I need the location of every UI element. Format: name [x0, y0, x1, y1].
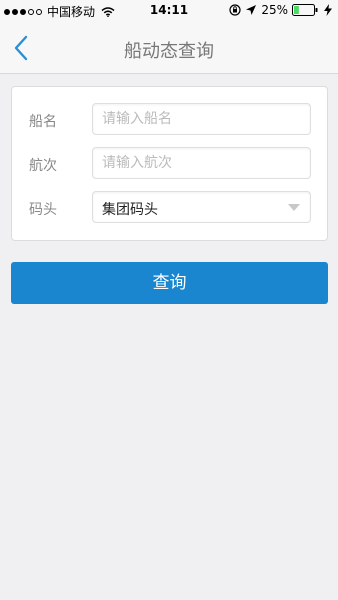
location-arrow-icon: [246, 5, 257, 15]
page-title: 船动态查询: [124, 41, 214, 62]
terminal-label: 码头: [29, 202, 57, 218]
voyage-label: 航次: [29, 158, 57, 174]
status-bar: 中国移动 14:11 25%: [0, 0, 338, 22]
terminal-select[interactable]: 集团码头: [92, 191, 311, 223]
terminal-row: 码头 集团码头: [12, 191, 327, 225]
voyage-input[interactable]: [92, 147, 311, 179]
charging-icon: [324, 4, 332, 16]
status-right: 25%: [229, 3, 334, 17]
terminal-selected-value: 集团码头: [102, 202, 158, 218]
query-button[interactable]: 查询: [11, 262, 328, 304]
navigation-bar: 船动态查询: [0, 22, 338, 74]
chevron-down-icon: [288, 204, 300, 211]
query-form: 船名 航次 码头 集团码头: [11, 86, 328, 241]
ship-name-input[interactable]: [92, 103, 311, 135]
screen: 中国移动 14:11 25% 船动态查询 船名 请输入船名 航次 请输入航次 码…: [0, 0, 338, 600]
ship-name-label: 船名: [29, 114, 57, 130]
orientation-lock-icon: [229, 4, 241, 16]
battery-icon: [292, 4, 318, 16]
battery-percent: 25%: [261, 3, 288, 17]
voyage-row: 航次: [12, 147, 327, 181]
ship-name-row: 船名: [12, 103, 327, 137]
